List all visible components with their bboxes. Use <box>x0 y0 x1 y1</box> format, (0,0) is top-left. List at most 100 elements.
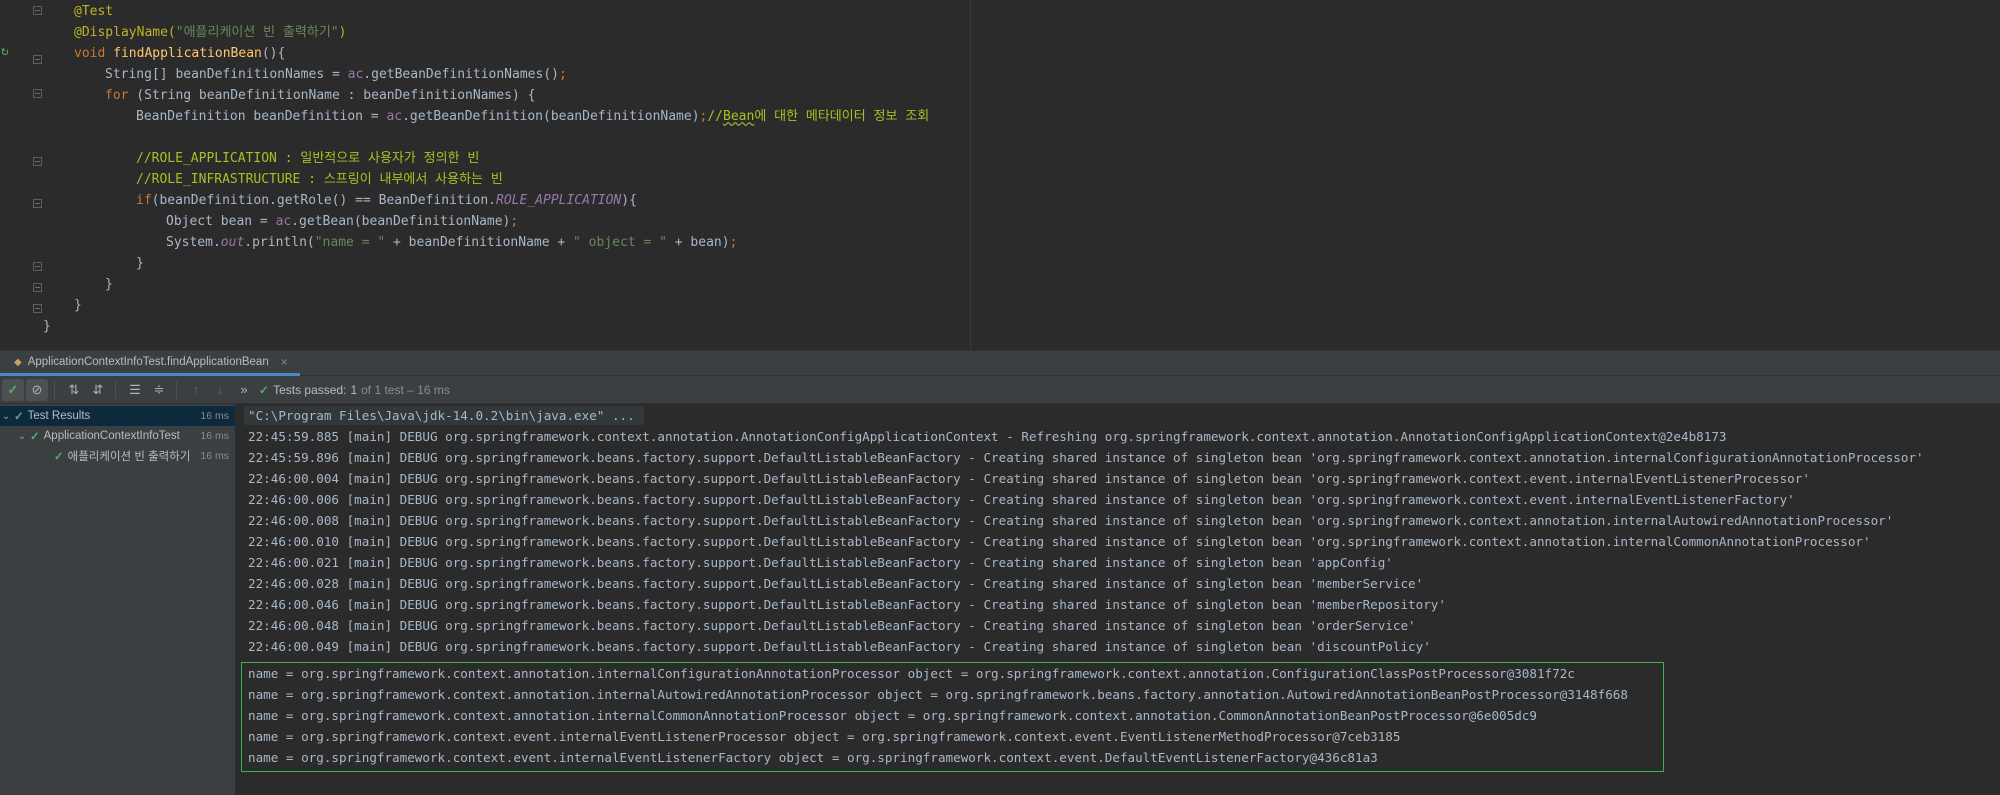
run-test-icon[interactable]: ↻ <box>1 45 15 59</box>
keyword-token: void <box>74 46 106 61</box>
test-runner-toolbar: ✓ ⊘ ⇅ ⇵ ☰ ≑ ↑ ↓ » ✓ Tests passed: 1 of 1… <box>0 376 2000 404</box>
string-token: "애플리케이션 빈 출력하기" <box>175 25 339 40</box>
comment-token: Bean <box>723 109 755 124</box>
check-icon: ✓ <box>7 381 19 397</box>
sort-alpha-icon: ⇅ <box>68 381 80 397</box>
console-log-line: 22:46:00.046 [main] DEBUG org.springfram… <box>248 597 1446 612</box>
chevron-double-right-icon: » <box>240 382 248 397</box>
console-log-line: 22:46:00.010 [main] DEBUG org.springfram… <box>248 534 1871 549</box>
code-token: + bean) <box>666 235 730 250</box>
test-status: ✓ Tests passed: 1 of 1 test – 16 ms <box>259 383 450 397</box>
code-line: //ROLE_APPLICATION : 일반적으로 사용자가 정의한 빈 <box>136 151 480 166</box>
console-log-line: 22:46:00.021 [main] DEBUG org.springfram… <box>248 555 1393 570</box>
fold-marker[interactable] <box>33 6 42 15</box>
tree-item-test-method[interactable]: ✓ 애플리케이션 빈 출력하기 16 ms <box>0 446 235 466</box>
code-line: } <box>43 319 51 334</box>
code-line: for (String beanDefinitionName : beanDef… <box>105 85 535 106</box>
code-token: + beanDefinitionName + <box>385 235 574 250</box>
code-line: String[] beanDefinitionNames = ac.getBea… <box>105 64 567 85</box>
status-count: 1 <box>350 382 358 397</box>
run-tab[interactable]: ◆ ApplicationContextInfoTest.findApplica… <box>0 351 300 376</box>
more-button[interactable]: » <box>233 379 255 401</box>
code-token: Object bean = <box>166 214 276 229</box>
chevron-down-icon[interactable]: ⌄ <box>0 411 12 422</box>
static-field-token: ROLE_APPLICATION <box>496 193 622 208</box>
string-token: "name = " <box>314 235 386 250</box>
code-line: @DisplayName("애플리케이션 빈 출력하기") <box>74 22 346 43</box>
annotation-token: @DisplayName( <box>74 25 176 40</box>
field-token: ac <box>275 214 292 229</box>
code-line: //ROLE_INFRASTRUCTURE : 스프링이 내부에서 사용하는 빈 <box>136 172 503 187</box>
semicolon-token: ; <box>510 214 519 229</box>
previous-failed-button[interactable]: ↑ <box>185 379 207 401</box>
tree-item-label: 애플리케이션 빈 출력하기 <box>67 451 191 463</box>
code-line: System.out.println("name = " + beanDefin… <box>166 232 737 253</box>
next-failed-button[interactable]: ↓ <box>209 379 231 401</box>
string-token: " object = " <box>573 235 667 250</box>
console-log-line: 22:45:59.885 [main] DEBUG org.springfram… <box>248 429 1727 444</box>
fold-marker[interactable] <box>33 157 42 166</box>
console-output-line: name = org.springframework.context.event… <box>248 750 1378 765</box>
code-token: (beanDefinition.getRole() == BeanDefinit… <box>151 193 497 208</box>
close-icon[interactable]: × <box>281 355 288 369</box>
console-log-line: 22:46:00.048 [main] DEBUG org.springfram… <box>248 618 1416 633</box>
expand-all-button[interactable]: ☰ <box>124 379 146 401</box>
editor-gutter: ↻ <box>0 0 48 350</box>
static-field-token: out <box>220 235 245 250</box>
code-line: BeanDefinition beanDefinition = ac.getBe… <box>136 106 929 127</box>
fold-marker[interactable] <box>33 304 42 313</box>
fold-marker[interactable] <box>33 199 42 208</box>
code-line: } <box>105 277 113 292</box>
console-output-line: name = org.springframework.context.annot… <box>248 666 1575 681</box>
keyword-token: if <box>136 193 152 208</box>
fold-marker[interactable] <box>33 262 42 271</box>
code-token: String[] beanDefinitionNames = <box>105 67 348 82</box>
code-token: ){ <box>621 193 637 208</box>
console-output-line: name = org.springframework.context.annot… <box>248 708 1537 723</box>
sort-by-duration-button[interactable]: ⇵ <box>87 379 109 401</box>
comment-token: // <box>707 109 724 124</box>
show-ignored-button[interactable]: ⊘ <box>26 378 48 401</box>
collapse-all-icon: ≑ <box>153 381 165 397</box>
code-line: Object bean = ac.getBean(beanDefinitionN… <box>166 211 518 232</box>
console-log-line: 22:46:00.028 [main] DEBUG org.springfram… <box>248 576 1424 591</box>
code-line: void findApplicationBean(){ <box>74 43 285 64</box>
code-token: (){ <box>261 46 286 61</box>
code-token: .getBeanDefinitionNames() <box>363 67 559 82</box>
right-margin-guide <box>970 0 971 350</box>
tree-item-duration: 16 ms <box>200 430 229 442</box>
console-command-line: "C:\Program Files\Java\jdk-14.0.2\bin\ja… <box>248 408 635 423</box>
check-icon: ✓ <box>259 382 270 397</box>
tree-item-test-class[interactable]: ⌄ ✓ ApplicationContextInfoTest 16 ms <box>0 426 235 446</box>
arrow-up-icon: ↑ <box>192 382 200 397</box>
semicolon-token: ; <box>729 235 738 250</box>
expand-all-icon: ☰ <box>129 381 141 397</box>
console-log-line: 22:46:00.004 [main] DEBUG org.springfram… <box>248 471 1810 486</box>
code-token: System. <box>166 235 221 250</box>
console-log-line: 22:46:00.006 [main] DEBUG org.springfram… <box>248 492 1795 507</box>
sort-alphabetically-button[interactable]: ⇅ <box>63 379 85 401</box>
show-passed-button[interactable]: ✓ <box>2 378 24 401</box>
comment-token: 에 대한 메타데이터 정보 조회 <box>754 109 930 124</box>
run-tab-label: ApplicationContextInfoTest.findApplicati… <box>27 356 269 368</box>
status-detail: of 1 test – 16 ms <box>361 382 450 397</box>
check-icon: ✓ <box>30 431 40 443</box>
collapse-all-button[interactable]: ≑ <box>148 379 170 401</box>
arrow-down-icon: ↓ <box>216 382 224 397</box>
console-log-line: 22:46:00.008 [main] DEBUG org.springfram… <box>248 513 1894 528</box>
toolbar-separator <box>115 380 116 399</box>
fold-marker[interactable] <box>33 283 42 292</box>
console-output[interactable]: "C:\Program Files\Java\jdk-14.0.2\bin\ja… <box>236 404 2000 795</box>
run-config-icon: ◆ <box>14 356 22 368</box>
fold-marker[interactable] <box>33 55 42 64</box>
code-line: if(beanDefinition.getRole() == BeanDefin… <box>136 190 637 211</box>
tree-item-test-results[interactable]: ⌄ ✓ Test Results 16 ms <box>0 406 235 426</box>
console-output-line: name = org.springframework.context.annot… <box>248 687 1628 702</box>
annotation-token: ) <box>338 25 347 40</box>
chevron-down-icon[interactable]: ⌄ <box>16 431 28 442</box>
fold-marker[interactable] <box>33 89 42 98</box>
test-results-tree: ⌄ ✓ Test Results 16 ms ⌄ ✓ ApplicationCo… <box>0 404 236 795</box>
code-line: @Test <box>74 4 114 19</box>
code-editor[interactable]: ↻ @Test @DisplayName("애플리케이션 빈 출력하기") vo… <box>0 0 2000 350</box>
field-token: ac <box>386 109 403 124</box>
